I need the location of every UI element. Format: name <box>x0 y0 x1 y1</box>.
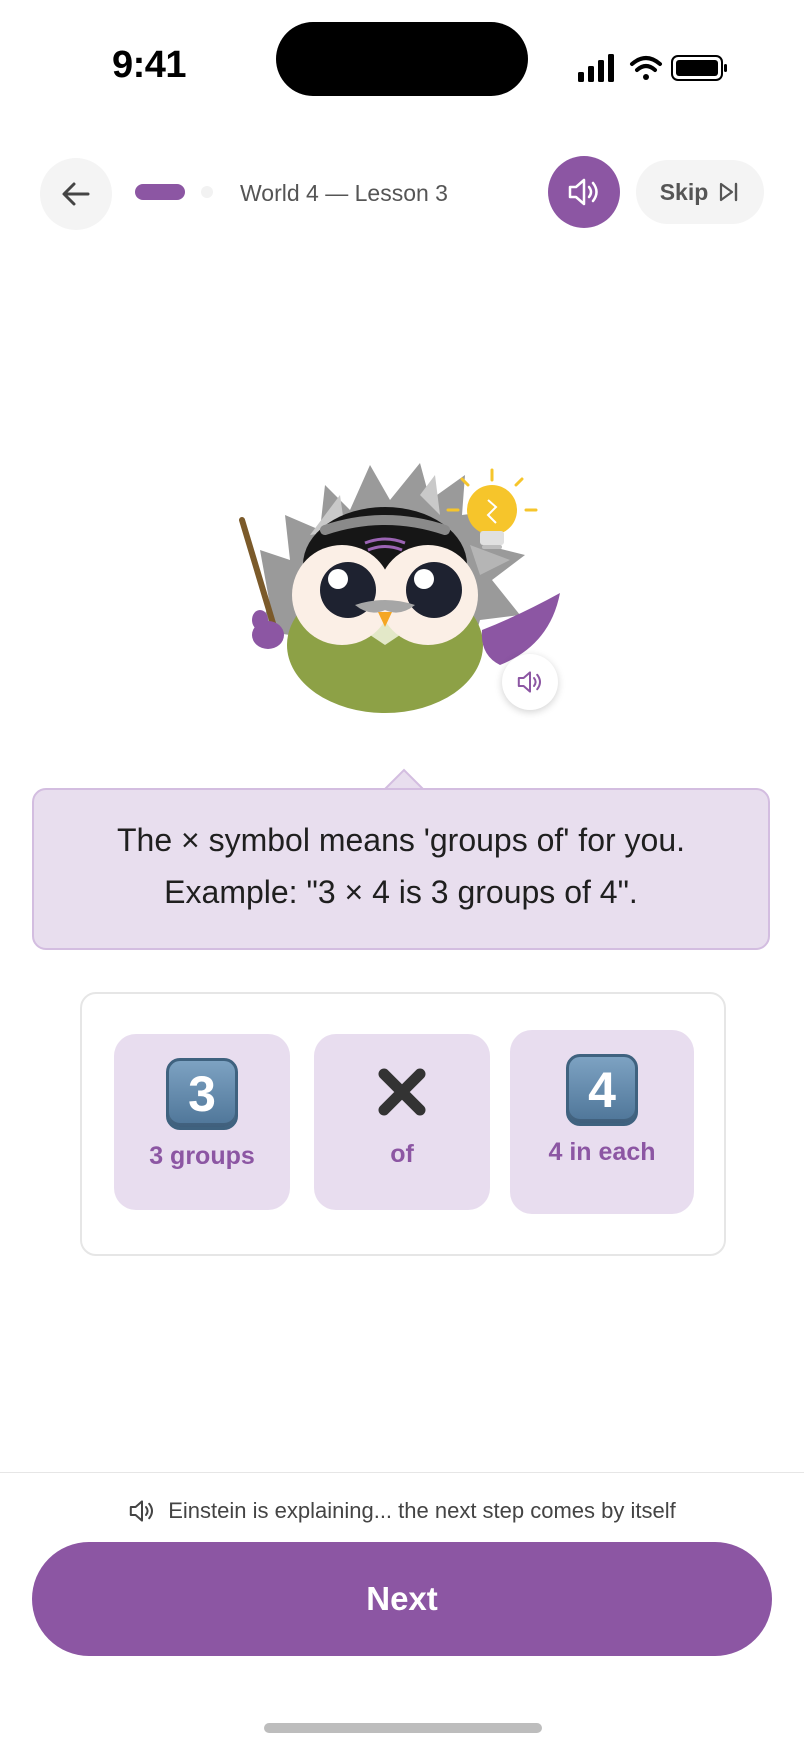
bubble-line-2: Example: "3 × 4 is 3 groups of 4". <box>164 874 638 910</box>
sound-button[interactable] <box>548 156 620 228</box>
footer-divider <box>0 1472 804 1473</box>
skip-forward-icon <box>720 182 738 202</box>
tile-label: of <box>390 1140 414 1168</box>
tile-of: of <box>314 1034 490 1210</box>
keycap-4-icon: 4 <box>566 1054 638 1126</box>
mascot-sound-button[interactable] <box>502 654 558 710</box>
next-button[interactable]: Next <box>32 1542 772 1656</box>
progress-dot <box>201 186 213 198</box>
tile-label: 3 groups <box>149 1142 255 1170</box>
lesson-title: World 4 — Lesson 3 <box>240 180 448 206</box>
battery-icon <box>671 55 727 81</box>
skip-button[interactable]: Skip <box>636 160 764 224</box>
status-icons <box>576 52 732 84</box>
tile-in-each: 4 4 in each <box>510 1030 694 1214</box>
speaker-icon <box>130 1500 154 1522</box>
bubble-line-1: The × symbol means 'groups of' for you. <box>116 822 686 858</box>
skip-label: Skip <box>659 178 709 205</box>
example-card: 3 3 groups of 4 4 in each <box>80 992 726 1256</box>
tile-label: 4 in each <box>548 1138 656 1166</box>
tile-groups: 3 3 groups <box>114 1034 290 1210</box>
multiply-icon <box>366 1056 438 1128</box>
wifi-icon <box>630 56 662 80</box>
progress-fill <box>135 184 185 200</box>
arrow-left-icon <box>62 182 90 206</box>
signal-icon <box>578 54 614 82</box>
dynamic-island <box>276 22 528 96</box>
lesson-progress <box>135 184 225 200</box>
speaker-icon <box>568 178 598 206</box>
speech-bubble: The × symbol means 'groups of' for you. … <box>32 788 770 950</box>
keycap-3-icon: 3 <box>166 1058 238 1130</box>
speaker-icon <box>517 671 541 693</box>
explaining-status: Einstein is explaining... the next step … <box>0 1498 804 1524</box>
home-indicator[interactable] <box>264 1723 542 1733</box>
back-button[interactable] <box>40 158 112 230</box>
status-message: Einstein is explaining... the next step … <box>168 1498 676 1523</box>
status-time: 9:41 <box>112 44 187 86</box>
